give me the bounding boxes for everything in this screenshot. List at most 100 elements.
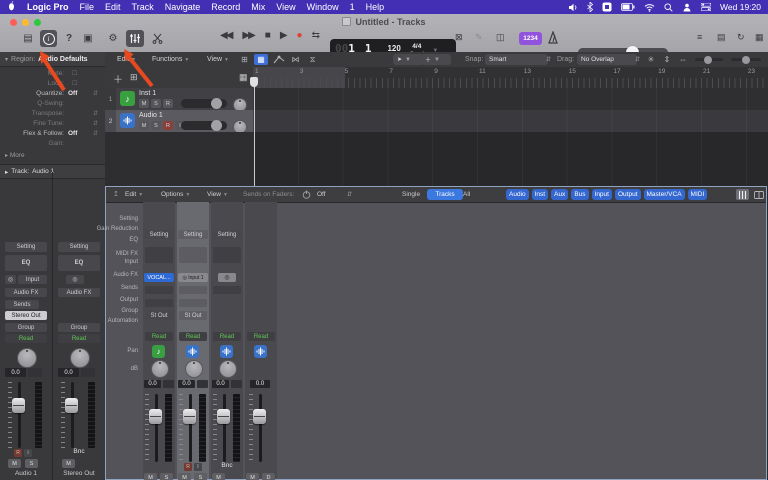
drag-stepper-icon[interactable]: ⇵ bbox=[635, 56, 640, 63]
quick-help-button[interactable]: ? bbox=[61, 30, 77, 47]
view-mode-single[interactable]: Single bbox=[402, 187, 420, 202]
list-editors-button[interactable]: ≡ bbox=[697, 32, 702, 42]
editors-button[interactable] bbox=[149, 30, 165, 47]
power-icon[interactable] bbox=[302, 190, 311, 201]
flex-icon[interactable]: ⧖ bbox=[306, 54, 319, 65]
region-inspector-header[interactable]: ▾ Region: Audio Defaults bbox=[0, 52, 105, 67]
slider-knob[interactable] bbox=[742, 56, 750, 64]
volume-value[interactable]: 0.0 bbox=[250, 380, 270, 388]
volume-fader[interactable] bbox=[245, 394, 277, 462]
replace-button[interactable]: ⊠ bbox=[455, 32, 463, 43]
output-button[interactable]: St Out bbox=[179, 311, 207, 320]
user-switch-icon[interactable] bbox=[682, 3, 692, 12]
slider-knob[interactable] bbox=[211, 98, 222, 109]
bounce-button[interactable]: Bnc bbox=[54, 448, 104, 455]
sends-stepper-icon[interactable]: ⇵ bbox=[347, 191, 352, 198]
fader-cap[interactable] bbox=[253, 409, 266, 424]
solo-button[interactable]: S bbox=[194, 473, 207, 480]
filter-button[interactable]: Master/VCA bbox=[644, 189, 685, 200]
track-name[interactable]: Audio 1 bbox=[139, 112, 163, 119]
tracks-view-menu[interactable]: View▼ bbox=[207, 52, 229, 67]
pan-knob[interactable] bbox=[151, 360, 169, 378]
track-list-empty[interactable] bbox=[105, 132, 253, 186]
loop-browser-button[interactable]: ↻ bbox=[737, 32, 745, 43]
filter-button[interactable]: Inst bbox=[532, 189, 548, 200]
automation-mode-button[interactable]: Read bbox=[247, 332, 275, 341]
automation-mode-button[interactable]: Read bbox=[58, 334, 100, 343]
battery-icon[interactable] bbox=[621, 3, 635, 11]
pan-knob[interactable] bbox=[17, 348, 37, 368]
channel-strip-view-icon[interactable] bbox=[736, 189, 749, 200]
horizontal-zoom-icon[interactable]: ⇔ bbox=[677, 54, 689, 65]
transport-button[interactable]: ◀◀ bbox=[220, 30, 231, 41]
eq-slot[interactable] bbox=[179, 247, 207, 263]
smart-controls-button[interactable]: ⚙ bbox=[105, 30, 121, 47]
track-lane-audio1[interactable] bbox=[253, 110, 768, 132]
apple-menu[interactable] bbox=[7, 1, 16, 13]
view-mode-tracks[interactable]: Tracks bbox=[427, 189, 463, 200]
slider-knob[interactable] bbox=[211, 120, 222, 131]
app-status-icon[interactable] bbox=[602, 2, 612, 12]
filter-button[interactable]: Input bbox=[592, 189, 612, 200]
track-state-button[interactable]: M bbox=[139, 99, 149, 108]
track-lane-inst1[interactable] bbox=[253, 88, 768, 110]
volume-value[interactable]: 0.0 bbox=[58, 368, 79, 377]
parameter-checkbox[interactable]: ☐ bbox=[72, 70, 77, 77]
volume-value[interactable]: 0.0 bbox=[5, 368, 26, 377]
eq-slot[interactable] bbox=[145, 247, 173, 263]
menubar-item-help[interactable]: Help bbox=[366, 2, 385, 12]
eq-button[interactable]: EQ bbox=[5, 255, 47, 271]
parameter-checkbox[interactable]: ☐ bbox=[72, 80, 77, 87]
filter-button[interactable]: Audio bbox=[506, 189, 529, 200]
horizontal-zoom-slider[interactable] bbox=[731, 58, 761, 61]
record-enable-button[interactable]: R bbox=[14, 449, 22, 457]
region-parameter-row[interactable]: Mute: ☐ bbox=[0, 68, 105, 78]
mixer-edit-menu[interactable]: Edit▼ bbox=[125, 187, 143, 202]
volume-value[interactable]: 0.0 bbox=[212, 380, 229, 388]
input-monitor-button[interactable]: i bbox=[24, 449, 32, 457]
automation-mode-button[interactable]: Read bbox=[145, 332, 173, 341]
vertical-zoom-icon[interactable]: ⇕ bbox=[661, 54, 673, 65]
transport-button[interactable]: ■ bbox=[265, 30, 269, 41]
menubar-item-logic-pro[interactable]: Logic Pro bbox=[27, 2, 69, 12]
audio-fx-slot[interactable] bbox=[179, 286, 207, 294]
mute-button[interactable]: M bbox=[144, 473, 157, 480]
eq-slot[interactable] bbox=[213, 247, 241, 263]
snap-to-grid-icon[interactable]: ▦ bbox=[254, 54, 268, 65]
track-header-config-button[interactable]: ▦ bbox=[239, 72, 248, 83]
track-state-button[interactable]: S bbox=[151, 99, 161, 108]
solo-button[interactable]: S bbox=[160, 473, 173, 480]
mixer-button[interactable] bbox=[126, 30, 144, 47]
volume-fader[interactable] bbox=[177, 394, 209, 462]
fader-cap[interactable] bbox=[183, 409, 196, 424]
output-button[interactable]: Stereo Out bbox=[5, 311, 47, 320]
duplicate-track-button[interactable]: ⊞ bbox=[130, 72, 138, 83]
crossfade-icon[interactable]: ⋈ bbox=[289, 54, 302, 65]
volume-fader[interactable] bbox=[211, 394, 243, 462]
tracks-edit-menu[interactable]: Edit▼ bbox=[117, 52, 136, 67]
track-volume-slider[interactable] bbox=[181, 99, 227, 108]
menubar-item-track[interactable]: Track bbox=[132, 2, 154, 12]
mixer-options-menu[interactable]: Options▼ bbox=[161, 187, 190, 202]
sends-on-faders-value[interactable]: Off bbox=[317, 187, 326, 202]
arrange-empty-area[interactable] bbox=[253, 132, 768, 186]
audio-fx-slot[interactable] bbox=[213, 286, 241, 294]
add-track-button[interactable]: ＋ bbox=[113, 71, 123, 86]
track-state-button[interactable]: M bbox=[139, 121, 149, 130]
output-button[interactable]: St Out bbox=[145, 311, 173, 320]
track-state-button[interactable]: R bbox=[163, 121, 173, 130]
track-volume-slider[interactable] bbox=[181, 121, 227, 130]
menubar-item-view[interactable]: View bbox=[276, 2, 295, 12]
volume-fader[interactable] bbox=[1, 382, 51, 448]
browsers-button[interactable]: ▦ bbox=[755, 32, 764, 43]
volume-fader[interactable] bbox=[143, 394, 175, 462]
menubar-item-window[interactable]: Window bbox=[307, 2, 339, 12]
sends-slot[interactable] bbox=[145, 299, 173, 307]
wifi-icon[interactable] bbox=[644, 3, 655, 12]
setting-button[interactable]: Setting bbox=[212, 230, 242, 239]
fader-cap[interactable] bbox=[65, 398, 78, 413]
volume-value[interactable]: 0.0 bbox=[178, 380, 195, 388]
transport-button[interactable]: ● bbox=[297, 30, 301, 41]
mixer-view-menu[interactable]: View▼ bbox=[207, 187, 228, 202]
transport-button[interactable]: ⇆ bbox=[312, 30, 318, 41]
